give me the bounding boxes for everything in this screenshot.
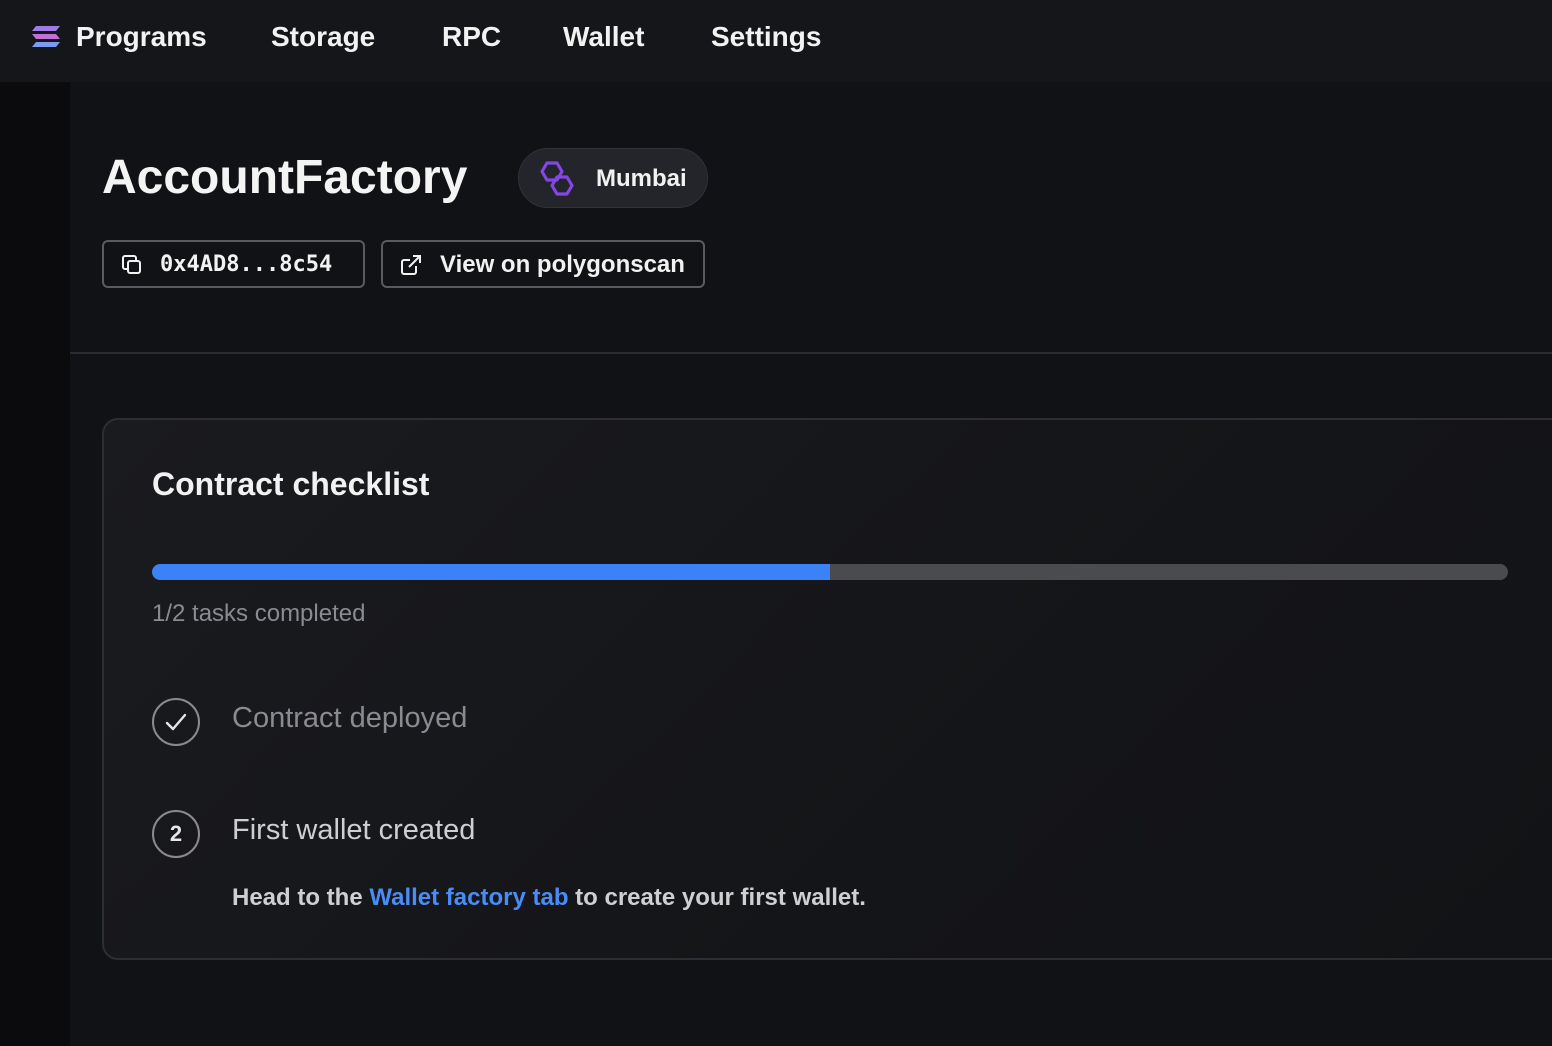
nav-rpc[interactable]: RPC xyxy=(442,20,501,54)
nav-programs[interactable]: Programs xyxy=(76,20,207,54)
top-navigation: Programs Storage RPC Wallet Settings xyxy=(0,0,1552,82)
checklist-progress-bar xyxy=(152,564,1508,580)
app-logo-icon[interactable] xyxy=(30,24,62,50)
chain-name: Mumbai xyxy=(596,165,687,192)
checklist-title: Contract checklist xyxy=(152,466,430,502)
copy-icon xyxy=(122,255,141,274)
copy-address-button[interactable]: 0x4AD8...8c54 xyxy=(102,240,365,288)
polygon-icon xyxy=(540,161,574,196)
step-first-wallet-created: First wallet created xyxy=(232,814,476,846)
step-description: Head to the Wallet factory tab to create… xyxy=(232,884,866,912)
chain-badge: Mumbai xyxy=(518,148,708,208)
page-title: AccountFactory xyxy=(102,151,468,204)
header-divider xyxy=(70,352,1552,354)
step-contract-deployed: Contract deployed xyxy=(232,702,468,734)
step-complete-indicator xyxy=(152,698,200,746)
view-on-explorer-button[interactable]: View on polygonscan xyxy=(381,240,705,288)
contract-checklist-card: Contract checklist 1/2 tasks completed C… xyxy=(102,418,1552,960)
sidebar xyxy=(0,82,70,1046)
check-icon xyxy=(165,713,187,731)
step-number-indicator: 2 xyxy=(152,810,200,858)
progress-fill xyxy=(152,564,830,580)
progress-label: 1/2 tasks completed xyxy=(152,600,366,627)
description-prefix: Head to the xyxy=(232,884,370,911)
external-link-icon xyxy=(401,255,421,275)
nav-settings[interactable]: Settings xyxy=(711,20,821,54)
main-content: AccountFactory Mumbai 0x4AD8...8c54 View… xyxy=(70,82,1552,1046)
nav-storage[interactable]: Storage xyxy=(271,20,375,54)
description-suffix: to create your first wallet. xyxy=(568,884,866,911)
step-number: 2 xyxy=(169,821,183,846)
nav-wallet[interactable]: Wallet xyxy=(563,20,644,54)
contract-address: 0x4AD8...8c54 xyxy=(160,252,333,277)
explorer-label: View on polygonscan xyxy=(440,251,685,278)
wallet-factory-tab-link[interactable]: Wallet factory tab xyxy=(369,884,568,911)
